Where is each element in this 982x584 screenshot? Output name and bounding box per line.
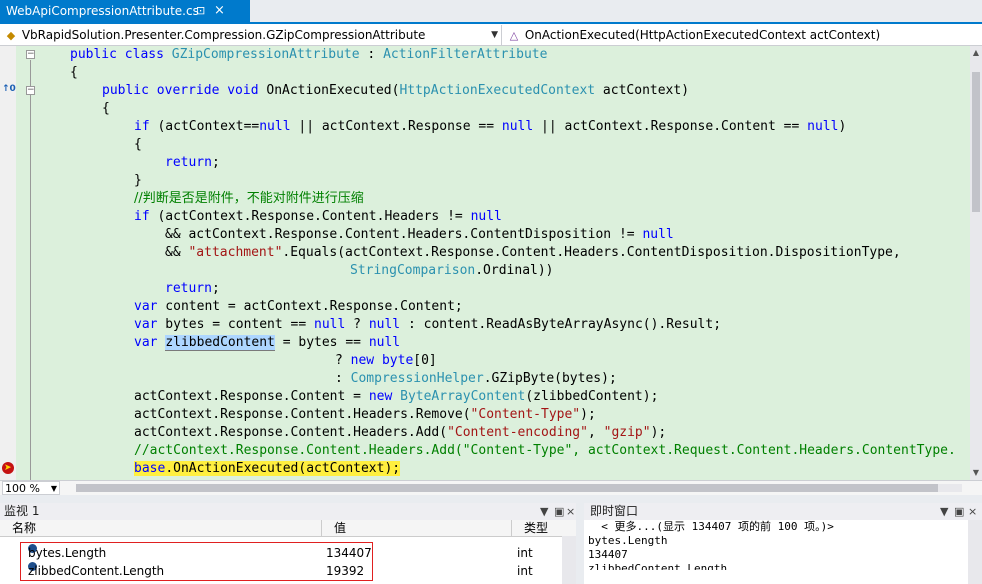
code-line-17: var zlibbedContent = bytes == null bbox=[134, 335, 401, 351]
immediate-line: zlibbedContent.Length bbox=[588, 562, 728, 570]
code-line-18: ? new byte[0] bbox=[335, 353, 437, 368]
column-value[interactable]: 值 bbox=[322, 520, 512, 536]
horizontal-scrollbar[interactable] bbox=[76, 484, 962, 492]
code-line-7: return; bbox=[165, 155, 220, 170]
outline-guide bbox=[30, 60, 31, 480]
dropdown-arrow-icon[interactable]: ▼ bbox=[940, 503, 948, 520]
scroll-down-icon[interactable]: ▼ bbox=[970, 468, 982, 477]
code-line-11: && actContext.Response.Content.Headers.C… bbox=[165, 227, 674, 242]
scroll-thumb[interactable] bbox=[972, 72, 980, 212]
highlight-annotation bbox=[20, 542, 373, 581]
code-line-22: actContext.Response.Content.Headers.Add(… bbox=[134, 425, 667, 440]
code-line-4: { bbox=[102, 101, 110, 116]
collapse-method-icon[interactable]: − bbox=[26, 86, 35, 95]
dropdown-arrow-icon: ▼ bbox=[50, 484, 57, 493]
code-line-3: public override void OnActionExecuted(Ht… bbox=[102, 83, 690, 98]
code-line-12: && "attachment".Equals(actContext.Respon… bbox=[165, 245, 901, 260]
class-icon: ◆ bbox=[6, 29, 16, 42]
pin-icon[interactable]: ▣ bbox=[554, 503, 564, 520]
type-dropdown[interactable]: ◆ VbRapidSolution.Presenter.Compression.… bbox=[0, 25, 502, 45]
zoom-level: 100 % bbox=[5, 482, 40, 495]
ref-arrow-icon: ↑0 bbox=[2, 84, 16, 94]
watch-panel-title[interactable]: 监视 1 ▼ ▣ × bbox=[0, 503, 576, 520]
close-icon[interactable]: × bbox=[968, 503, 977, 520]
scroll-thumb[interactable] bbox=[76, 484, 938, 492]
immediate-line: bytes.Length bbox=[588, 534, 668, 547]
member-dropdown[interactable]: △ OnActionExecuted(HttpActionExecutedCon… bbox=[503, 25, 982, 45]
scroll-up-icon[interactable]: ▲ bbox=[970, 48, 982, 57]
editor-zoom-bar: 100 % ▼ bbox=[0, 480, 982, 495]
watch-title-text: 监视 1 bbox=[4, 504, 40, 518]
code-line-14: return; bbox=[165, 281, 220, 296]
code-line-15: var content = actContext.Response.Conten… bbox=[134, 299, 463, 314]
type-dropdown-label: VbRapidSolution.Presenter.Compression.GZ… bbox=[21, 28, 426, 42]
watch-header: 名称 值 类型 bbox=[0, 520, 576, 537]
immediate-title-text: 即时窗口 bbox=[590, 504, 639, 518]
code-line-10: if (actContext.Response.Content.Headers … bbox=[134, 209, 502, 224]
member-dropdown-label: OnActionExecuted(HttpActionExecutedConte… bbox=[524, 28, 881, 42]
pin-icon[interactable]: ▣ bbox=[954, 503, 964, 520]
watch-row-type: int bbox=[517, 564, 533, 578]
code-editor[interactable]: ↑0 ➤ − − public class GZipCompressionAtt… bbox=[0, 46, 982, 480]
code-line-19: : CompressionHelper.GZipByte(bytes); bbox=[335, 371, 617, 386]
code-line-1: public class GZipCompressionAttribute : … bbox=[70, 47, 548, 62]
code-line-13: StringComparison.Ordinal)) bbox=[350, 263, 554, 278]
code-line-2: { bbox=[70, 65, 78, 80]
pin-icon[interactable]: ⊡ bbox=[196, 0, 205, 22]
vs-window: WebApiCompressionAttribute.cs ⊡ × ◆ VbRa… bbox=[0, 0, 982, 584]
immediate-line: < 更多...(显示 134407 项的前 100 项。)> bbox=[588, 520, 834, 533]
code-line-21: actContext.Response.Content.Headers.Remo… bbox=[134, 407, 596, 422]
immediate-scrollbar[interactable] bbox=[968, 520, 982, 584]
outlining-margin[interactable]: − − bbox=[16, 46, 40, 480]
code-line-23: //actContext.Response.Content.Headers.Ad… bbox=[134, 443, 956, 458]
watch-row-type: int bbox=[517, 546, 533, 560]
vertical-scrollbar[interactable]: ▲ ▼ bbox=[970, 46, 982, 480]
code-line-5: if (actContext==null || actContext.Respo… bbox=[134, 119, 847, 134]
close-icon[interactable]: × bbox=[566, 503, 575, 520]
code-area[interactable]: public class GZipCompressionAttribute : … bbox=[40, 46, 970, 480]
navigation-bar: ◆ VbRapidSolution.Presenter.Compression.… bbox=[0, 24, 982, 46]
column-name[interactable]: 名称 bbox=[0, 520, 322, 536]
code-line-20: actContext.Response.Content = new ByteAr… bbox=[134, 389, 659, 404]
zoom-dropdown[interactable]: 100 % ▼ bbox=[2, 481, 60, 495]
dropdown-arrow-icon[interactable]: ▼ bbox=[540, 503, 548, 520]
tab-title: WebApiCompressionAttribute.cs bbox=[6, 4, 199, 18]
watch-scrollbar[interactable] bbox=[562, 536, 576, 584]
collapse-class-icon[interactable]: − bbox=[26, 50, 35, 59]
immediate-panel-title[interactable]: 即时窗口 ▼ ▣ × bbox=[584, 503, 982, 520]
dropdown-arrow-icon: ▼ bbox=[491, 30, 498, 40]
panel-splitter[interactable] bbox=[0, 495, 982, 503]
method-icon: △ bbox=[509, 29, 519, 42]
code-line-24: base.OnActionExecuted(actContext); bbox=[134, 461, 401, 476]
breakpoint-icon[interactable]: ➤ bbox=[2, 462, 14, 474]
code-line-6: { bbox=[134, 137, 142, 152]
column-type[interactable]: 类型 bbox=[512, 520, 562, 536]
code-line-16: var bytes = content == null ? null : con… bbox=[134, 317, 722, 332]
immediate-window[interactable]: 即时窗口 ▼ ▣ × < 更多...(显示 134407 项的前 100 项。)… bbox=[584, 503, 982, 584]
indicator-margin[interactable]: ↑0 ➤ bbox=[0, 46, 16, 480]
tab-webapicompressionattribute[interactable]: WebApiCompressionAttribute.cs ⊡ × bbox=[0, 0, 250, 22]
selected-identifier[interactable]: zlibbedContent bbox=[165, 335, 275, 351]
code-line-8: } bbox=[134, 173, 142, 188]
code-line-9: //判断是否是附件，不能对附件进行压缩 bbox=[134, 191, 364, 206]
document-tab-bar: WebApiCompressionAttribute.cs ⊡ × bbox=[0, 0, 982, 24]
immediate-line: 134407 bbox=[588, 548, 628, 561]
close-icon[interactable]: × bbox=[214, 0, 225, 22]
